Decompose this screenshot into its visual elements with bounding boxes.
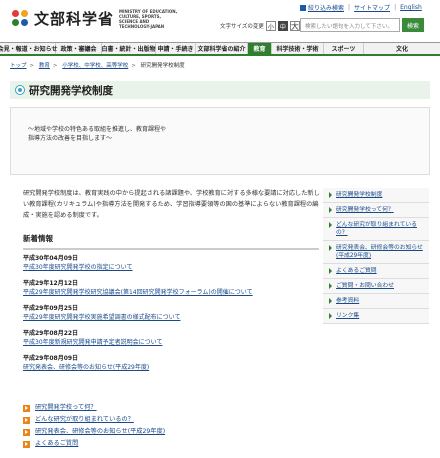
news-item: 平成29年12月12日 平成29年度研究開発学校研究協議会(第14回研究開発学校… [23, 279, 323, 297]
news-link[interactable]: 平成30年度新規研究開発申請予定者説明会について [23, 338, 323, 347]
search-button[interactable]: 検索 [402, 18, 424, 32]
news-item: 平成29年09月25日 平成29年度研究開発学校実施希望調書の様式配布について [23, 304, 323, 322]
nav-item-publications[interactable]: 白書・統計・出版物 [102, 43, 156, 54]
sidebar-item-contact[interactable]: ご質問・お問い合わせ [323, 279, 429, 294]
triangle-right-icon [329, 283, 332, 289]
mext-logo-icon [12, 9, 30, 28]
site-header: 文部科学省 MINISTRY OF EDUCATION, CULTURE, SP… [0, 0, 440, 40]
text-size-medium-button[interactable]: 中 [277, 21, 288, 31]
nav-item-policy[interactable]: 政策・審議会 [56, 43, 102, 54]
english-link[interactable]: English [400, 4, 422, 11]
filter-search-icon [300, 4, 306, 11]
site-logo[interactable]: 文部科学省 MINISTRY OF EDUCATION, CULTURE, SP… [12, 8, 179, 29]
sidebar-item-research[interactable]: どんな研究が取り組まれているの？ [323, 218, 429, 241]
related-link-item[interactable]: よくあるご質問 [23, 438, 283, 450]
sitemap-link[interactable]: サイトマップ [354, 3, 390, 12]
news-item: 平成29年08月09日 研究発表会、研修会等のお知らせ(平成29年度) [23, 354, 323, 372]
breadcrumb-top[interactable]: トップ [10, 63, 27, 69]
text-size-large-button[interactable]: 大 [289, 21, 300, 31]
news-list: 平成30年04月09日 平成30年度研究開発学校の指定について 平成29年12月… [23, 254, 323, 379]
related-link-item[interactable]: どんな研究が取り組まれているの？ [23, 414, 283, 426]
nav-item-applications[interactable]: 申請・手続き [156, 43, 196, 54]
page-title: 研究開発学校制度 [29, 84, 113, 97]
sidebar-item-faq[interactable]: よくあるご質問 [323, 264, 429, 279]
site-title: 文部科学省 [34, 10, 115, 28]
arrow-right-icon [23, 440, 30, 448]
breadcrumb-current: 研究開発学校制度 [140, 63, 185, 69]
breadcrumb: トップ > 教育 > 小学校、中学校、高等学校 > 研究開発学校制度 [10, 63, 185, 69]
triangle-right-icon [329, 298, 332, 304]
title-bullet-icon [16, 86, 24, 94]
sidebar-item-what[interactable]: 研究開発学校って何？ [323, 203, 429, 218]
news-heading: 新着情報 [23, 233, 319, 250]
news-link[interactable]: 研究発表会、研修会等のお知らせ(平成29年度) [23, 363, 323, 372]
arrow-right-icon [23, 404, 30, 412]
news-date: 平成30年04月09日 [23, 255, 79, 262]
header-top-links: 絞り込み検索 | サイトマップ | English [300, 3, 422, 12]
nav-item-about[interactable]: 文部科学省の紹介 [196, 43, 248, 54]
intro-text: 研究開発学校制度は、教育実践の中から提起される諸課題や、学校教育に対する多様な要… [23, 190, 320, 219]
news-date: 平成29年09月25日 [23, 305, 79, 312]
page-title-bar: 研究開発学校制度 [10, 81, 430, 99]
lead-text: ～地域や学校の特色ある取組を推進し、教育課程や 指導方法の改善を目指します～ [28, 126, 167, 142]
news-item: 平成30年04月09日 平成30年度研究開発学校の指定について [23, 254, 323, 272]
nav-item-sports[interactable]: スポーツ [324, 43, 364, 54]
triangle-right-icon [329, 268, 332, 274]
sidebar-item-system[interactable]: 研究開発学校制度 [323, 188, 429, 203]
news-date: 平成29年08月09日 [23, 355, 79, 362]
related-link-item[interactable]: 研究発表会、研修会等のお知らせ(平成29年度) [23, 426, 283, 438]
arrow-right-icon [23, 416, 30, 424]
site-title-en: MINISTRY OF EDUCATION, CULTURE, SPORTS, … [119, 8, 178, 29]
text-size-label: 文字サイズの変更 [220, 24, 264, 30]
nav-item-science[interactable]: 科学技術・学術 [272, 43, 324, 54]
sidebar-item-events[interactable]: 研究発表会、研修会等のお知らせ(平成29年度) [323, 241, 429, 264]
nav-item-culture[interactable]: 文化 [364, 43, 440, 54]
search-input[interactable]: 検索したい語句を入力して下さい。 [300, 18, 400, 32]
sidebar-item-links[interactable]: リンク集 [323, 309, 429, 324]
triangle-right-icon [329, 245, 332, 251]
news-item: 平成29年08月22日 平成30年度新規研究開発申請予定者説明会について [23, 329, 323, 347]
text-size-switcher: 文字サイズの変更 小 中 大 [220, 21, 300, 31]
global-nav: 会見・報道・お知らせ 政策・審議会 白書・統計・出版物 申請・手続き 文部科学省… [0, 42, 440, 56]
nav-item-press[interactable]: 会見・報道・お知らせ [0, 43, 57, 54]
news-date: 平成29年12月12日 [23, 280, 79, 287]
text-size-small-button[interactable]: 小 [265, 21, 276, 31]
news-date: 平成29年08月22日 [23, 330, 79, 337]
sidebar-nav: 研究開発学校制度 研究開発学校って何？ どんな研究が取り組まれているの？ 研究発… [323, 188, 429, 324]
related-link-item[interactable]: 研究開発学校って何？ [23, 402, 283, 414]
arrow-right-icon [23, 428, 30, 436]
news-link[interactable]: 平成30年度研究開発学校の指定について [23, 263, 323, 272]
breadcrumb-schools[interactable]: 小学校、中学校、高等学校 [62, 63, 128, 69]
news-link[interactable]: 平成29年度研究開発学校研究協議会(第14回研究開発学校フォーラム)の開催につい… [23, 288, 323, 297]
sidebar-item-references[interactable]: 参考資料 [323, 294, 429, 309]
triangle-right-icon [329, 192, 332, 198]
breadcrumb-education[interactable]: 教育 [39, 63, 50, 69]
news-link[interactable]: 平成29年度研究開発学校実施希望調書の様式配布について [23, 313, 323, 322]
nav-item-education[interactable]: 教育 [248, 43, 272, 54]
triangle-right-icon [329, 222, 332, 228]
triangle-right-icon [329, 207, 332, 213]
filter-search-link[interactable]: 絞り込み検索 [308, 3, 344, 12]
triangle-right-icon [329, 313, 332, 319]
related-links: 研究開発学校って何？ どんな研究が取り組まれているの？ 研究発表会、研修会等のお… [23, 402, 283, 450]
